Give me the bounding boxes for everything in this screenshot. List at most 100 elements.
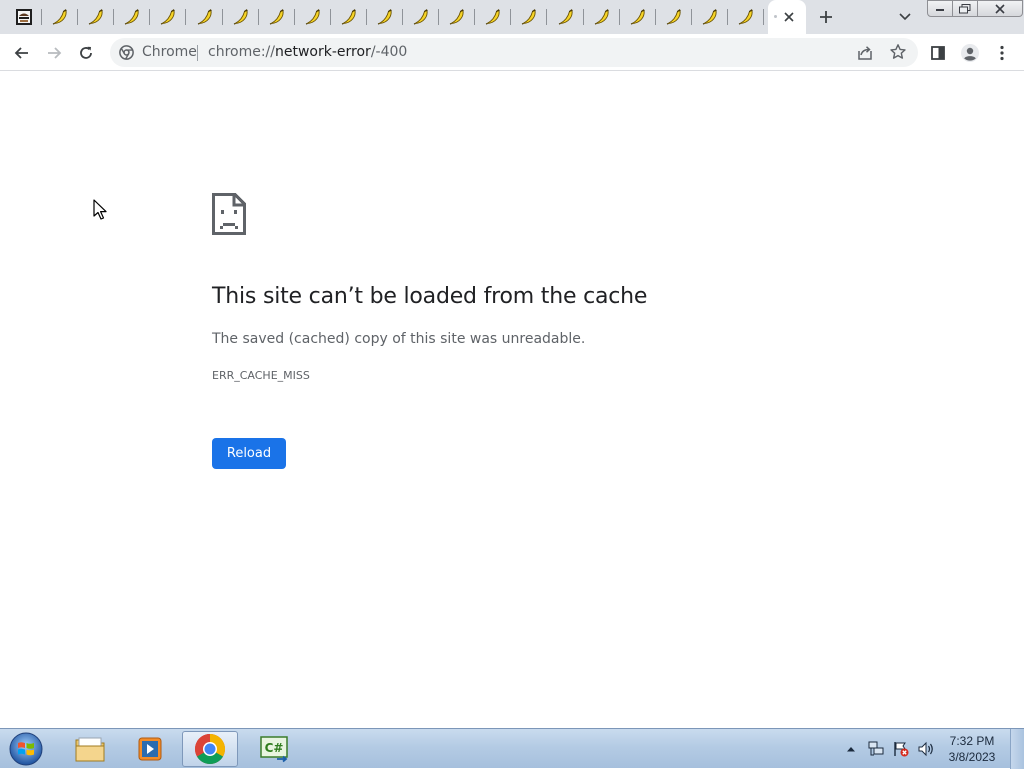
tab[interactable] [150, 0, 186, 34]
omnibox-divider [197, 45, 198, 61]
tab[interactable] [223, 0, 259, 34]
banana-icon [666, 9, 681, 25]
banana-icon [341, 9, 356, 25]
tab-separator [546, 9, 547, 25]
tab[interactable] [511, 0, 547, 34]
tab[interactable] [295, 0, 331, 34]
tab-search-chevron-icon[interactable] [895, 7, 915, 27]
profile-button[interactable] [956, 39, 984, 67]
page-icon [16, 9, 32, 25]
tab[interactable] [584, 0, 620, 34]
tab[interactable] [367, 0, 403, 34]
profile-avatar-icon [961, 44, 979, 62]
tab-separator [763, 9, 764, 25]
error-title: This site can’t be loaded from the cache [212, 284, 648, 309]
banana-icon [630, 9, 645, 25]
tab[interactable] [475, 0, 511, 34]
tab[interactable] [331, 0, 367, 34]
forward-button[interactable] [40, 39, 68, 67]
start-button[interactable] [6, 731, 46, 767]
banana-icon [521, 9, 536, 25]
tab[interactable] [692, 0, 728, 34]
error-code: ERR_CACHE_MISS [212, 369, 310, 382]
tab[interactable] [548, 0, 584, 34]
loading-icon [774, 15, 777, 18]
reload-page-button[interactable]: Reload [212, 438, 286, 469]
chrome-logo-icon [194, 734, 226, 765]
new-tab-button[interactable] [815, 6, 837, 28]
side-panel-icon [931, 46, 945, 60]
show-desktop-button[interactable] [1010, 729, 1024, 769]
banana-icon [558, 9, 573, 25]
window-controls [927, 0, 1023, 18]
share-icon[interactable] [856, 44, 874, 62]
tab[interactable] [6, 0, 42, 34]
banana-icon [702, 9, 717, 25]
error-page: This site can’t be loaded from the cache… [0, 72, 1024, 728]
back-arrow-icon [14, 47, 28, 59]
network-icon[interactable] [867, 740, 885, 758]
clock[interactable]: 7:32 PM 3/8/2023 [940, 733, 1004, 765]
tab[interactable] [403, 0, 439, 34]
chrome-page-icon[interactable] [118, 44, 135, 61]
address-bar[interactable]: Chrome chrome://network-error/-400 [110, 38, 918, 67]
url-scheme: chrome:// [208, 44, 275, 60]
action-center-flag-icon[interactable] [892, 740, 910, 758]
tab-separator [185, 9, 186, 25]
system-tray [842, 729, 942, 769]
banana-icon [413, 9, 428, 25]
clock-time: 7:32 PM [949, 734, 995, 748]
taskbar-media-player-button[interactable] [122, 731, 178, 767]
tab[interactable] [114, 0, 150, 34]
banana-icon [160, 9, 175, 25]
bookmark-star-icon[interactable] [889, 43, 907, 61]
svg-text:C#: C# [265, 741, 284, 755]
tab[interactable] [728, 0, 764, 34]
clock-date: 3/8/2023 [948, 750, 996, 764]
reload-icon [80, 46, 92, 59]
tab[interactable] [656, 0, 692, 34]
taskbar-explorer-button[interactable] [62, 731, 118, 767]
banana-icon [124, 9, 139, 25]
menu-button[interactable] [988, 39, 1016, 67]
reload-button[interactable] [72, 39, 100, 67]
taskbar-chrome-button[interactable] [182, 731, 238, 767]
banana-icon [738, 9, 753, 25]
windows-orb-icon [9, 732, 43, 766]
banana-icon [233, 9, 248, 25]
side-panel-button[interactable] [924, 39, 952, 67]
omnibox-chip-label: Chrome [142, 44, 197, 60]
browser-toolbar: Chrome chrome://network-error/-400 [0, 34, 1024, 71]
close-window-button[interactable] [977, 0, 1023, 17]
close-tab-icon[interactable] [780, 8, 798, 26]
banana-icon [269, 9, 284, 25]
csharp-project-icon: C# [260, 736, 288, 763]
back-button[interactable] [8, 39, 36, 67]
show-hidden-icons-icon[interactable] [842, 740, 860, 758]
sad-page-icon [212, 193, 246, 235]
banana-icon [305, 9, 320, 25]
media-player-icon [138, 737, 162, 761]
banana-icon [377, 9, 392, 25]
tab[interactable] [259, 0, 295, 34]
forward-arrow-icon [48, 47, 62, 59]
banana-icon [52, 9, 67, 25]
tab[interactable] [42, 0, 78, 34]
kebab-menu-icon [1000, 45, 1004, 61]
minimize-button[interactable] [927, 0, 953, 17]
tab[interactable] [439, 0, 475, 34]
mouse-cursor-icon [93, 199, 107, 220]
restore-button[interactable] [952, 0, 978, 17]
url-path: /-400 [370, 44, 408, 60]
tab[interactable] [187, 0, 223, 34]
banana-icon [449, 9, 464, 25]
tab[interactable] [620, 0, 656, 34]
volume-icon[interactable] [917, 740, 935, 758]
url-text[interactable]: chrome://network-error/-400 [208, 44, 407, 60]
error-description: The saved (cached) copy of this site was… [212, 331, 586, 347]
folder-icon [75, 737, 105, 762]
url-host: network-error [275, 44, 371, 60]
banana-icon [485, 9, 500, 25]
taskbar-csharp-button[interactable]: C# [246, 731, 302, 767]
tab[interactable] [78, 0, 114, 34]
